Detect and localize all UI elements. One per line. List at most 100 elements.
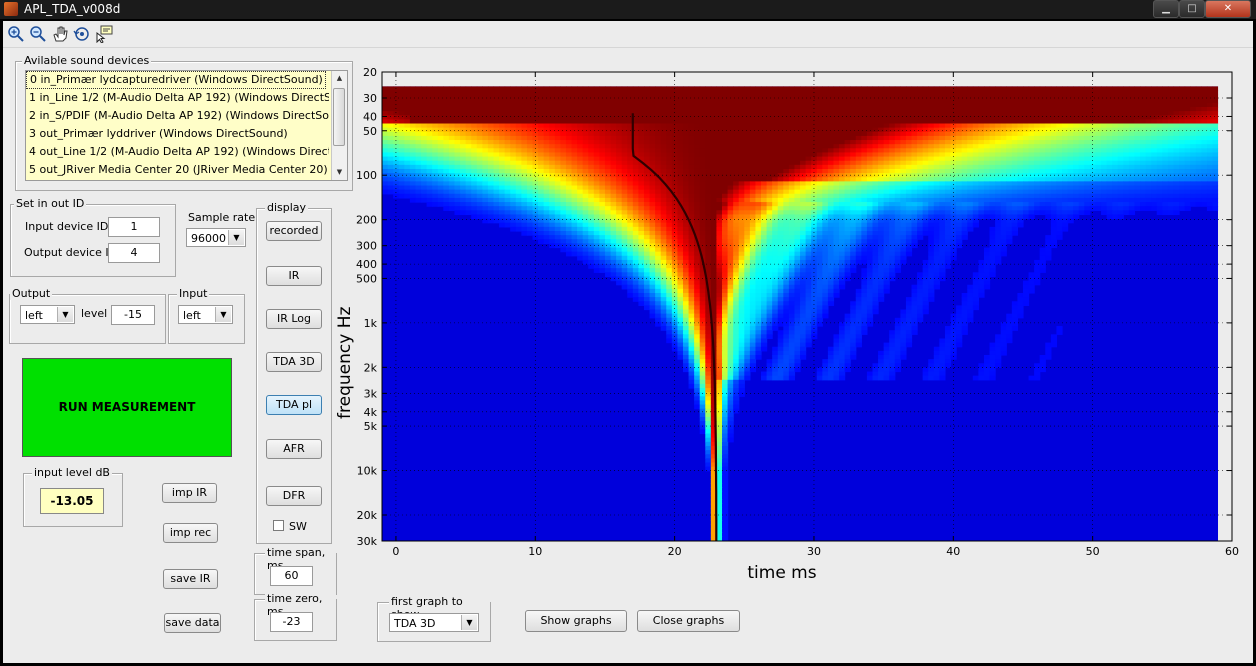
maximize-button[interactable]: □ <box>1179 0 1205 18</box>
heatmap-cell <box>482 135 489 141</box>
heatmap-cell <box>1206 119 1214 125</box>
heatmap-cell <box>855 202 862 207</box>
heatmap-cell <box>1123 177 1130 182</box>
heatmap-cell <box>1106 144 1113 149</box>
heatmap-cell <box>671 202 679 207</box>
device-list-item[interactable]: 0 in_Primær lydcapturedriver (Windows Di… <box>26 71 326 89</box>
heatmap-cell <box>917 98 924 104</box>
heatmap-cell <box>1140 102 1147 108</box>
import-ir-button[interactable]: imp IR <box>162 483 217 503</box>
heatmap-cell <box>421 144 428 149</box>
heatmap-cell <box>627 160 634 166</box>
output-level-field[interactable]: -15 <box>111 305 155 325</box>
first-graph-select[interactable]: TDA 3D ▼ <box>389 613 479 632</box>
device-list-item[interactable]: 5 out_JRiver Media Center 20 (JRiver Med… <box>26 161 329 179</box>
heatmap-cell <box>638 197 645 203</box>
heatmap-cell <box>905 135 913 141</box>
heatmap-cell <box>777 148 784 154</box>
device-list-item[interactable]: 3 out_Primær lyddriver (Windows DirectSo… <box>26 125 329 143</box>
tda-3d-button[interactable]: TDA 3D <box>266 352 322 372</box>
heatmap-cell <box>1034 152 1041 158</box>
heatmap-cell <box>744 160 751 166</box>
device-list-item[interactable]: 4 out_Line 1/2 (M-Audio Delta AP 192) (W… <box>26 143 329 161</box>
heatmap-cell <box>699 102 706 108</box>
heatmap-cell <box>510 123 517 129</box>
heatmap-cell <box>794 119 801 125</box>
heatmap-cell <box>499 177 506 182</box>
output-device-id-field[interactable]: 4 <box>108 243 160 263</box>
heatmap-cell <box>1162 119 1169 125</box>
save-data-button[interactable]: save data <box>164 613 221 633</box>
sound-devices-listbox[interactable]: 0 in_Primær lydcapturedriver (Windows Di… <box>25 70 348 181</box>
heatmap-cell <box>627 177 634 182</box>
heatmap-cell <box>549 185 556 191</box>
import-recording-button[interactable]: imp rec <box>163 523 218 543</box>
afr-button[interactable]: AFR <box>266 439 322 459</box>
heatmap-cell <box>610 160 617 166</box>
heatmap-cell <box>1095 197 1102 203</box>
zoom-out-icon[interactable] <box>29 25 47 43</box>
heatmap-cell <box>621 127 628 133</box>
heatmap-cell <box>967 202 974 207</box>
heatmap-cell <box>460 189 467 195</box>
heatmap-cell <box>1145 185 1152 191</box>
heatmap-cell <box>961 123 968 129</box>
time-zero-field[interactable]: -23 <box>270 612 313 632</box>
heatmap-cell <box>610 148 617 154</box>
heatmap-cell <box>549 111 556 116</box>
heatmap-cell <box>1134 189 1141 195</box>
device-list-item[interactable]: 1 in_Line 1/2 (M-Audio Delta AP 192) (Wi… <box>26 89 329 107</box>
heatmap-cell <box>571 152 578 158</box>
minimize-button[interactable]: ▁ <box>1153 0 1179 18</box>
heatmap-cell <box>894 111 901 116</box>
device-list-item[interactable]: 2 in_S/PDIF (M-Audio Delta AP 192) (Wind… <box>26 107 329 125</box>
dfr-button[interactable]: DFR <box>266 486 322 506</box>
heatmap-cell <box>944 193 952 199</box>
show-graphs-button[interactable]: Show graphs <box>525 610 627 632</box>
heatmap-cell <box>604 119 612 125</box>
heatmap-cell <box>922 102 929 108</box>
close-window-button[interactable]: ✕ <box>1205 0 1251 18</box>
heatmap-cell <box>543 115 550 120</box>
heatmap-cell <box>878 98 885 104</box>
heatmap-cell <box>393 185 400 191</box>
input-device-id-field[interactable]: 1 <box>108 217 160 237</box>
output-channel-select[interactable]: left ▼ <box>20 305 75 324</box>
sample-rate-select[interactable]: 96000 ▼ <box>186 228 246 247</box>
heatmap-cell <box>844 106 851 112</box>
heatmap-cell <box>415 168 422 174</box>
heatmap-cell <box>1151 160 1158 166</box>
heatmap-cell <box>939 86 946 92</box>
heatmap-cell <box>549 181 556 187</box>
heatmap-cell <box>1112 193 1119 199</box>
ir-button[interactable]: IR <box>266 266 322 286</box>
data-cursor-icon[interactable] <box>95 25 113 44</box>
heatmap-cell <box>1140 189 1147 195</box>
recorded-button[interactable]: recorded <box>266 221 322 241</box>
heatmap-cell <box>1206 98 1214 104</box>
heatmap-cell <box>560 210 567 216</box>
save-ir-button[interactable]: save IR <box>163 569 218 589</box>
heatmap-cell <box>833 164 840 170</box>
heatmap-cell <box>688 94 695 100</box>
ir-log-button[interactable]: IR Log <box>266 309 322 329</box>
input-channel-select[interactable]: left ▼ <box>178 305 233 324</box>
heatmap-cell <box>454 160 461 166</box>
sw-checkbox[interactable] <box>273 520 284 531</box>
time-span-field[interactable]: 60 <box>270 566 313 586</box>
heatmap-cell <box>777 210 784 216</box>
heatmap-cell <box>911 160 918 166</box>
heatmap-cell <box>643 86 651 92</box>
zoom-in-icon[interactable] <box>7 25 25 43</box>
heatmap-cell <box>911 164 918 170</box>
run-measurement-button[interactable]: RUN MEASUREMENT <box>22 358 232 457</box>
close-graphs-button[interactable]: Close graphs <box>637 610 740 632</box>
rotate-3d-icon[interactable] <box>73 25 91 43</box>
heatmap-cell <box>688 90 695 96</box>
tda-spectrogram-plot[interactable]: 0 10 20 30 40 50 60 20 30 40 50 100 200 300 400 500 1k 2k… <box>335 66 1247 593</box>
heatmap-cell <box>437 86 444 92</box>
heatmap-cell <box>956 119 963 125</box>
heatmap-cell <box>560 214 567 220</box>
pan-hand-icon[interactable] <box>51 25 69 43</box>
tda-pl-button[interactable]: TDA pl <box>266 395 322 415</box>
